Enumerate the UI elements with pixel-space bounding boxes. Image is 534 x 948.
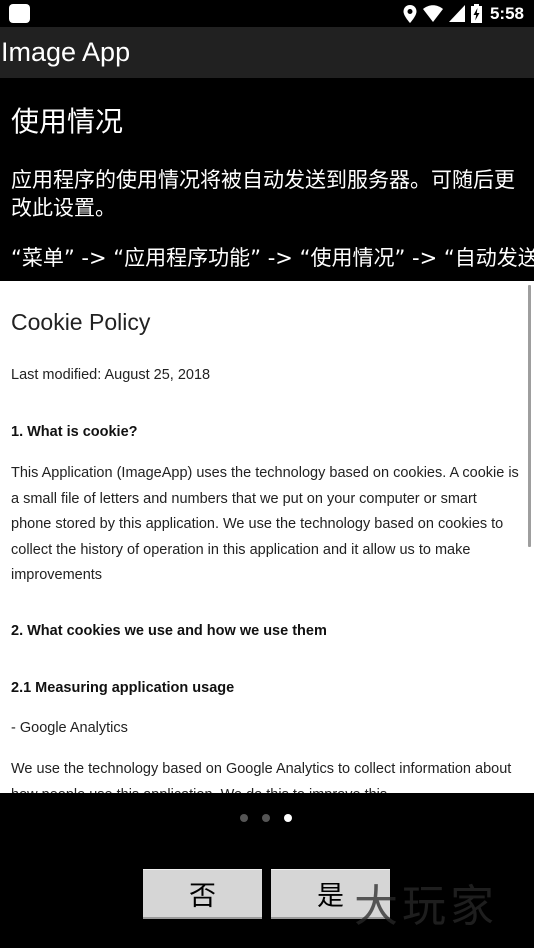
page-dot bbox=[262, 814, 270, 822]
no-button[interactable]: 否 bbox=[143, 869, 262, 919]
wifi-icon bbox=[422, 5, 443, 22]
section-2-1-item: - Google Analytics bbox=[11, 720, 128, 736]
section-1-heading: 1. What is cookie? bbox=[11, 424, 138, 440]
status-time: 5:58 bbox=[489, 3, 524, 23]
usage-description: 应用程序的使用情况将被自动发送到服务器。可随后更改此设置。 bbox=[11, 168, 515, 220]
policy-last-modified: Last modified: August 25, 2018 bbox=[11, 367, 211, 383]
webview-scrollbar[interactable] bbox=[528, 285, 531, 547]
section-2-1-body: We use the technology based on Google An… bbox=[11, 761, 512, 793]
watermark-logo: 大玩家 bbox=[354, 881, 498, 932]
signal-icon bbox=[448, 5, 465, 22]
location-icon bbox=[403, 4, 417, 23]
policy-title: Cookie Policy bbox=[11, 309, 151, 335]
section-2-1-heading: 2.1 Measuring application usage bbox=[11, 680, 235, 696]
usage-panel: 使用情况 应用程序的使用情况将被自动发送到服务器。可随后更改此设置。 “菜单” … bbox=[0, 78, 534, 281]
usage-heading: 使用情况 bbox=[11, 105, 124, 138]
notification-icon bbox=[9, 4, 30, 23]
battery-charging-icon bbox=[470, 4, 482, 23]
usage-menu-path: “菜单” -> “应用程序功能” -> “使用情况” -> “自动发送” bbox=[11, 246, 534, 270]
app-bar: Image App bbox=[0, 27, 534, 78]
page-dot bbox=[240, 814, 248, 822]
section-2-heading: 2. What cookies we use and how we use th… bbox=[11, 623, 327, 639]
app-title: Image App bbox=[1, 37, 131, 67]
page-indicator bbox=[240, 814, 292, 822]
section-1-body: This Application (ImageApp) uses the tec… bbox=[11, 465, 519, 584]
cookie-policy-webview[interactable]: Cookie Policy Last modified: August 25, … bbox=[0, 281, 534, 793]
page-dot-active bbox=[284, 814, 292, 822]
status-icons: 5:58 bbox=[403, 3, 524, 24]
status-bar: 5:58 bbox=[0, 0, 534, 27]
